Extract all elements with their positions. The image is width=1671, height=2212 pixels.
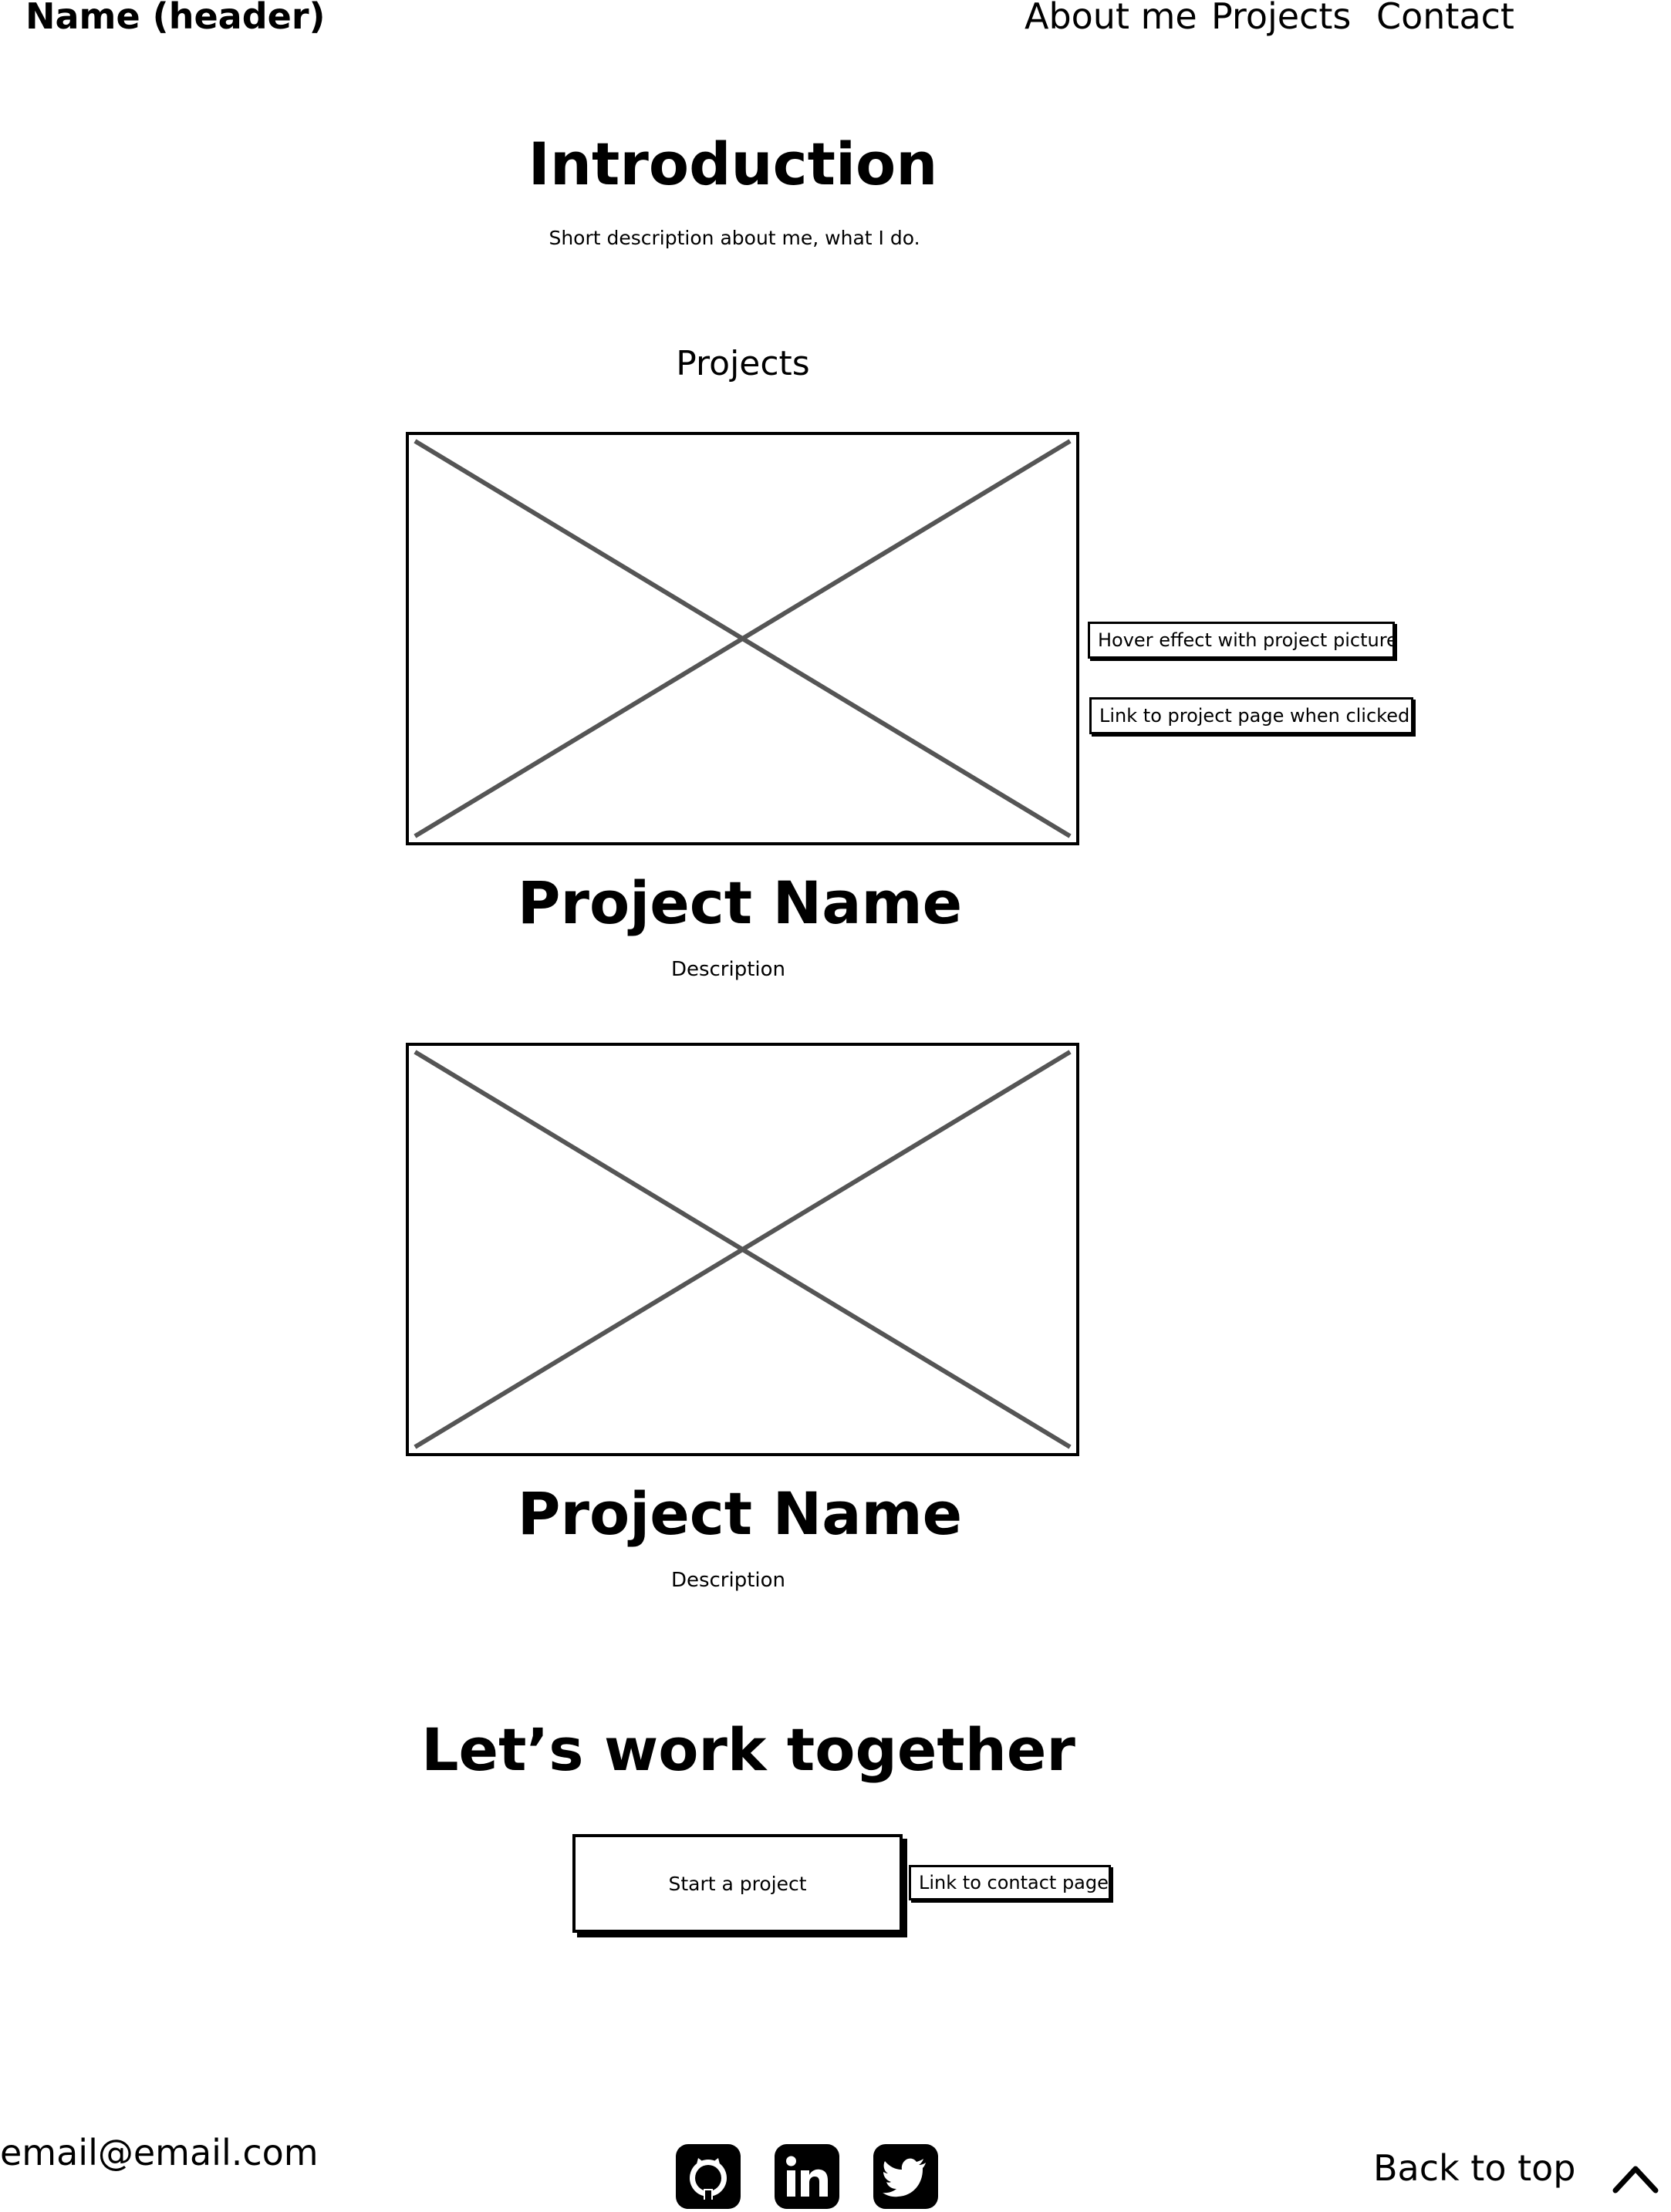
site-name[interactable]: Name (header) <box>25 0 326 37</box>
nav-contact[interactable]: Contact <box>1376 0 1514 37</box>
project-name[interactable]: Project Name <box>0 868 1480 937</box>
linkedin-icon[interactable] <box>775 2144 839 2209</box>
intro-title: Introduction <box>528 130 938 198</box>
back-to-top-link[interactable]: Back to top <box>1373 2147 1575 2189</box>
twitter-glyph <box>883 2158 926 2197</box>
start-project-button[interactable]: Start a project <box>572 1834 903 1933</box>
project-description: Description <box>670 1569 786 1592</box>
image-placeholder-icon <box>414 439 1072 838</box>
intro-description: Short description about me, what I do. <box>549 227 920 249</box>
twitter-icon[interactable] <box>873 2144 938 2209</box>
project-image-placeholder[interactable] <box>406 1043 1079 1456</box>
nav-about-me[interactable]: About me <box>1025 0 1197 37</box>
footer-email[interactable]: email@email.com <box>0 2132 319 2173</box>
github-glyph <box>690 2158 727 2201</box>
project-description: Description <box>670 958 786 981</box>
cta-title: Let’s work together <box>421 1715 1075 1784</box>
annotation-project-link: Link to project page when clicked <box>1089 697 1413 734</box>
project-name[interactable]: Project Name <box>0 1479 1480 1548</box>
image-placeholder-icon <box>414 1050 1072 1449</box>
annotation-hover-effect: Hover effect with project picture <box>1088 622 1398 659</box>
chevron-up-icon[interactable] <box>1612 2160 1659 2193</box>
projects-heading: Projects <box>676 344 810 383</box>
nav-projects[interactable]: Projects <box>1211 0 1351 37</box>
linkedin-glyph <box>786 2156 828 2197</box>
github-icon[interactable] <box>676 2144 741 2209</box>
annotation-contact-link: Link to contact page <box>909 1865 1111 1900</box>
project-image-placeholder[interactable] <box>406 432 1079 845</box>
